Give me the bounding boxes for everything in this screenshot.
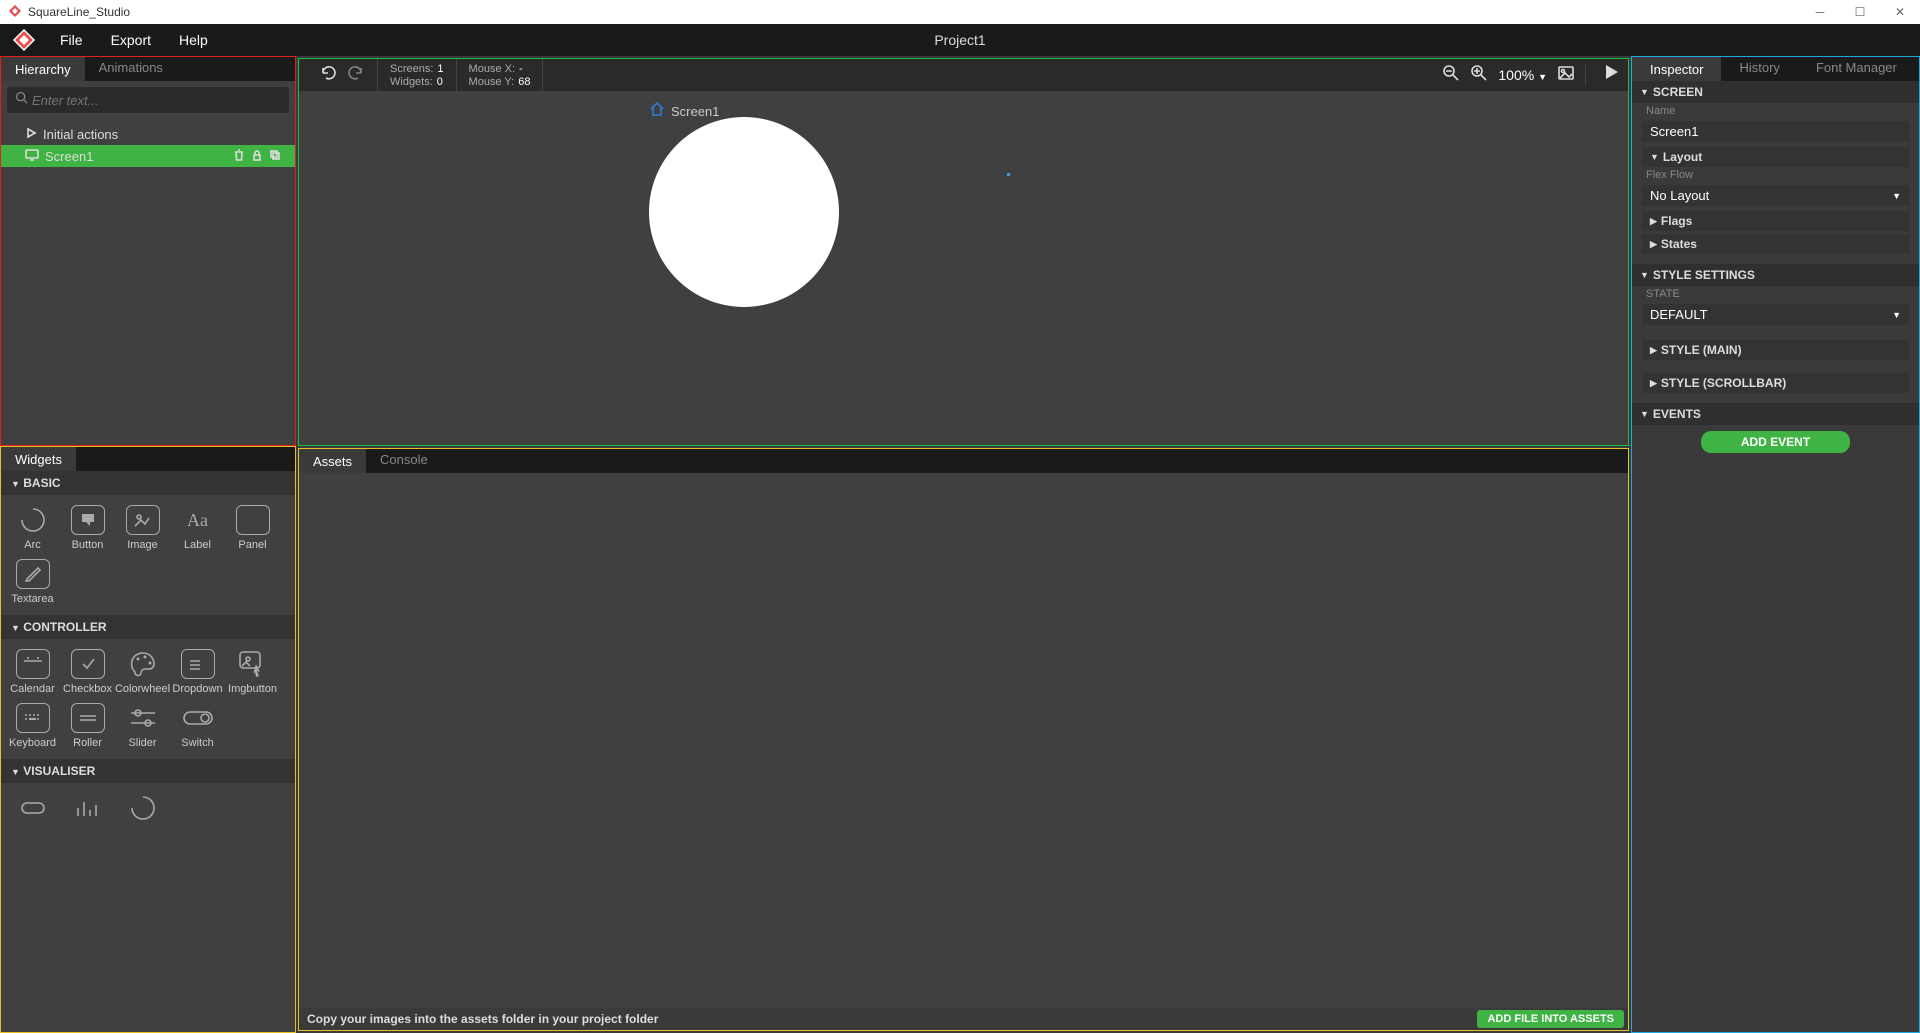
widget-visualiser-2[interactable]	[60, 789, 115, 831]
tab-font-manager[interactable]: Font Manager	[1798, 57, 1915, 81]
zoom-value[interactable]: 100% ▼	[1498, 67, 1547, 83]
name-input[interactable]: Screen1	[1642, 121, 1909, 142]
play-icon[interactable]	[1602, 63, 1620, 87]
app-title: SquareLine_Studio	[28, 5, 130, 19]
widget-textarea[interactable]: Textarea	[5, 555, 60, 609]
trash-icon[interactable]	[233, 149, 245, 164]
hierarchy-panel: Hierarchy Animations Initial actions	[0, 56, 296, 446]
app-icon	[8, 4, 22, 21]
style-main-header[interactable]: ▶STYLE (MAIN)	[1642, 340, 1909, 360]
widget-visualiser-1[interactable]	[5, 789, 60, 831]
states-header[interactable]: ▶States	[1642, 234, 1909, 254]
home-icon	[649, 101, 665, 122]
menu-help[interactable]: Help	[179, 32, 208, 48]
undo-icon[interactable]	[319, 63, 339, 88]
canvas-screen-label: Screen1	[649, 101, 719, 122]
image-icon[interactable]	[1557, 64, 1575, 87]
add-file-button[interactable]: ADD FILE INTO ASSETS	[1477, 1010, 1624, 1028]
widget-calendar[interactable]: Calendar	[5, 645, 60, 699]
widget-switch[interactable]: Switch	[170, 699, 225, 753]
tab-widgets[interactable]: Widgets	[1, 447, 76, 471]
lock-icon[interactable]	[251, 149, 263, 164]
minimize-button[interactable]: ─	[1800, 0, 1840, 24]
widget-dropdown[interactable]: Dropdown	[170, 645, 225, 699]
os-titlebar: SquareLine_Studio ─ ☐ ✕	[0, 0, 1920, 24]
section-style-settings[interactable]: ▼STYLE SETTINGS	[1632, 264, 1919, 286]
redo-icon[interactable]	[345, 63, 365, 88]
state-label: STATE	[1632, 286, 1919, 302]
widget-slider[interactable]: Slider	[115, 699, 170, 753]
inspector-panel: Inspector History Font Manager ▼SCREEN N…	[1631, 56, 1920, 1033]
section-screen[interactable]: ▼SCREEN	[1632, 81, 1919, 103]
name-label: Name	[1632, 103, 1919, 119]
style-scrollbar-header[interactable]: ▶STYLE (SCROLLBAR)	[1642, 373, 1909, 393]
widget-cat-visualiser[interactable]: ▼ VISUALISER	[1, 759, 295, 783]
tab-assets[interactable]: Assets	[299, 449, 366, 473]
canvas-area[interactable]: Screen1	[299, 91, 1628, 445]
hierarchy-search[interactable]	[7, 87, 289, 113]
tree-label: Initial actions	[43, 127, 118, 142]
widget-cat-controller[interactable]: ▼ CONTROLLER	[1, 615, 295, 639]
widget-imgbutton[interactable]: Imgbutton	[225, 645, 280, 699]
canvas-object-circle[interactable]	[649, 117, 839, 307]
flexflow-dropdown[interactable]: No Layout▼	[1642, 185, 1909, 206]
widget-roller[interactable]: Roller	[60, 699, 115, 753]
add-event-button[interactable]: ADD EVENT	[1701, 431, 1850, 453]
zoom-in-icon[interactable]	[1470, 64, 1488, 87]
section-events[interactable]: ▼EVENTS	[1632, 403, 1919, 425]
search-input[interactable]	[32, 93, 281, 108]
state-dropdown[interactable]: DEFAULT▼	[1642, 304, 1909, 325]
maximize-button[interactable]: ☐	[1840, 0, 1880, 24]
widget-button[interactable]: Button	[60, 501, 115, 555]
canvas-dot	[1007, 173, 1010, 176]
assets-panel: Assets Console Copy your images into the…	[298, 448, 1629, 1031]
widget-cat-basic[interactable]: ▼ BASIC	[1, 471, 295, 495]
close-button[interactable]: ✕	[1880, 0, 1920, 24]
flexflow-label: Flex Flow	[1632, 167, 1919, 183]
project-title: Project1	[934, 32, 985, 48]
canvas-toolbar: Screens:1 Widgets:0 Mouse X:- Mouse Y:68…	[299, 59, 1628, 91]
menu-export[interactable]: Export	[111, 32, 151, 48]
assets-footer-text: Copy your images into the assets folder …	[307, 1012, 658, 1026]
tree-row-initial-actions[interactable]: Initial actions	[1, 123, 295, 145]
menubar: File Export Help Project1	[0, 24, 1920, 56]
menu-file[interactable]: File	[60, 32, 83, 48]
canvas-panel: Screens:1 Widgets:0 Mouse X:- Mouse Y:68…	[298, 58, 1629, 446]
tab-inspector[interactable]: Inspector	[1632, 57, 1721, 81]
logo-icon	[12, 28, 36, 52]
widget-colorwheel[interactable]: Colorwheel	[115, 645, 170, 699]
widgets-panel: Widgets ▼ BASIC Arc Button Image AaLabel…	[0, 446, 296, 1033]
widget-checkbox[interactable]: Checkbox	[60, 645, 115, 699]
tab-history[interactable]: History	[1721, 57, 1797, 81]
tab-animations[interactable]: Animations	[85, 57, 177, 81]
widget-panel[interactable]: Panel	[225, 501, 280, 555]
widget-label[interactable]: AaLabel	[170, 501, 225, 555]
widget-arc[interactable]: Arc	[5, 501, 60, 555]
widget-visualiser-3[interactable]	[115, 789, 170, 831]
tree-row-screen1[interactable]: Screen1	[1, 145, 295, 167]
tree-label: Screen1	[45, 149, 93, 164]
zoom-out-icon[interactable]	[1442, 64, 1460, 87]
play-outline-icon	[25, 127, 37, 142]
tab-hierarchy[interactable]: Hierarchy	[1, 57, 85, 81]
layout-header[interactable]: ▼Layout	[1642, 147, 1909, 167]
monitor-icon	[25, 149, 39, 164]
copy-icon[interactable]	[269, 149, 281, 164]
tab-console[interactable]: Console	[366, 449, 442, 473]
flags-header[interactable]: ▶Flags	[1642, 211, 1909, 231]
widget-image[interactable]: Image	[115, 501, 170, 555]
search-icon	[15, 91, 28, 109]
widget-keyboard[interactable]: Keyboard	[5, 699, 60, 753]
